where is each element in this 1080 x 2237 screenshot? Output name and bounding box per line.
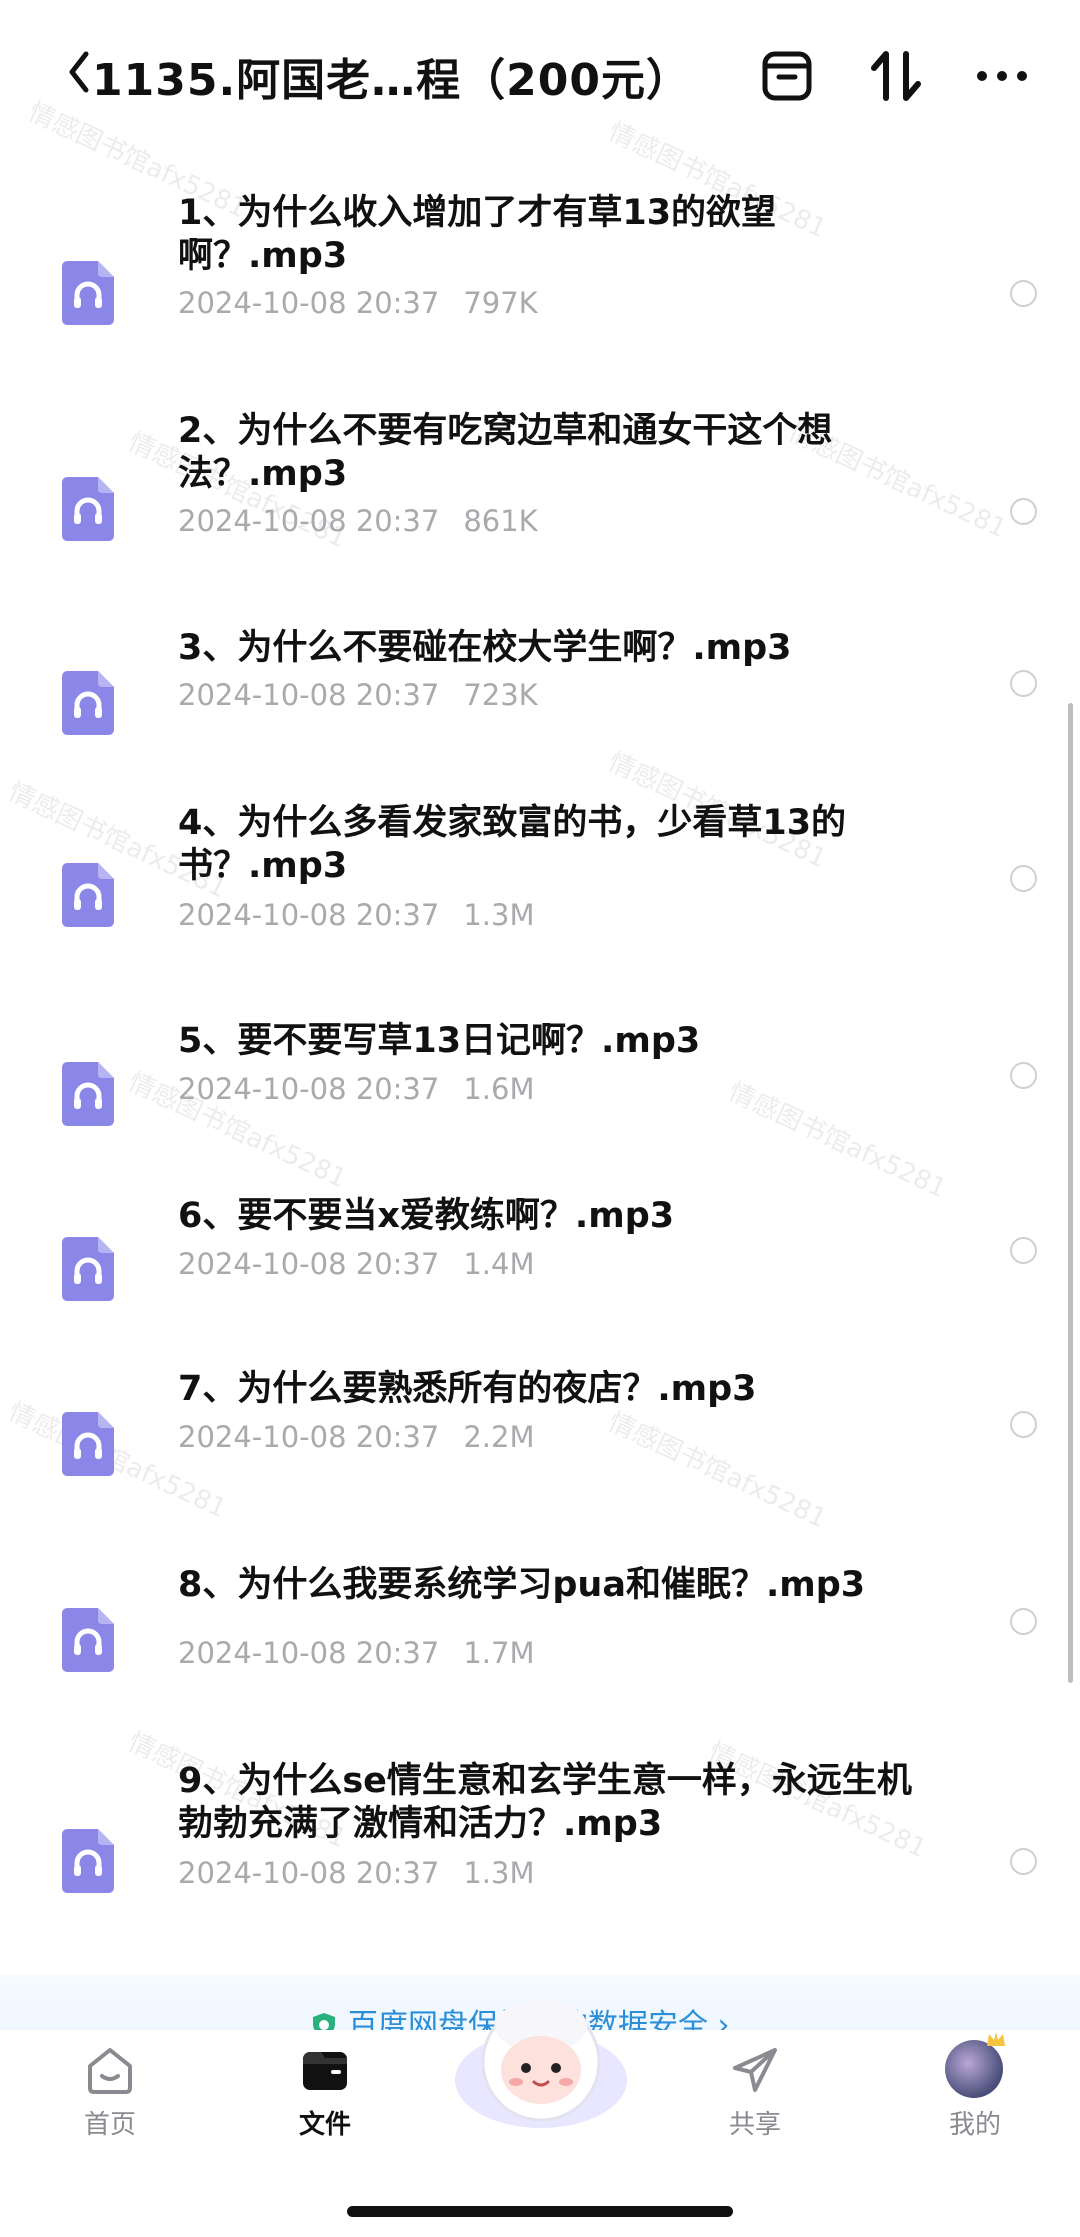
file-meta: 2024-10-08 20:37 1.3M xyxy=(178,1856,534,1890)
file-meta: 2024-10-08 20:37 1.6M xyxy=(178,1072,534,1106)
file-name: 3、为什么不要碰在校大学生啊？.mp3 xyxy=(178,628,792,668)
archive-box-icon xyxy=(762,51,812,101)
file-size: 797K xyxy=(463,286,538,320)
select-radio[interactable] xyxy=(1010,1848,1037,1875)
top-bar: 1135.阿国老…程（200元） xyxy=(0,0,1080,150)
file-size: 1.3M xyxy=(463,1856,535,1890)
file-date: 2024-10-08 20:37 xyxy=(178,678,440,712)
file-size: 2.2M xyxy=(463,1420,535,1454)
file-size: 1.4M xyxy=(463,1247,535,1281)
select-radio[interactable] xyxy=(1010,498,1037,525)
watermark: 情感图书馆afx5281 xyxy=(603,1407,831,1535)
file-date: 2024-10-08 20:37 xyxy=(178,1072,440,1106)
file-name: 6、要不要当x爱教练啊？.mp3 xyxy=(178,1196,675,1236)
mascot-icon xyxy=(455,2000,627,2128)
crown-icon xyxy=(987,2032,1005,2046)
file-meta: 2024-10-08 20:37 2.2M xyxy=(178,1420,534,1454)
file-name: 1、为什么收入增加了才有草13的欲望啊？.mp3 xyxy=(178,193,777,276)
file-meta: 2024-10-08 20:37 1.7M xyxy=(178,1636,534,1670)
file-name: 4、为什么多看发家致富的书，少看草13的书？.mp3 xyxy=(178,803,847,886)
file-size: 1.7M xyxy=(463,1636,535,1670)
audio-file-icon xyxy=(58,257,118,327)
file-meta: 2024-10-08 20:37 797K xyxy=(178,286,538,320)
home-icon xyxy=(80,2040,140,2100)
file-name: 5、要不要写草13日记啊？.mp3 xyxy=(178,1021,701,1061)
mascot-button[interactable] xyxy=(452,1990,630,2130)
page-title: 1135.阿国老…程（200元） xyxy=(92,55,692,106)
file-name: 2、为什么不要有吃窝边草和通女干这个想法？.mp3 xyxy=(178,411,833,494)
file-date: 2024-10-08 20:37 xyxy=(178,286,440,320)
avatar[interactable] xyxy=(945,2040,1003,2098)
file-meta: 2024-10-08 20:37 861K xyxy=(178,504,538,538)
sort-icon xyxy=(871,51,921,101)
audio-file-icon xyxy=(58,1233,118,1303)
file-date: 2024-10-08 20:37 xyxy=(178,1420,440,1454)
sort-button[interactable] xyxy=(864,44,928,108)
nav-files-label: 文件 xyxy=(298,2110,351,2140)
watermark: 情感图书馆afx5281 xyxy=(3,1397,231,1525)
file-size: 1.3M xyxy=(463,898,535,932)
scrollbar[interactable] xyxy=(1068,703,1073,1683)
file-date: 2024-10-08 20:37 xyxy=(178,1247,440,1281)
file-meta: 2024-10-08 20:37 1.3M xyxy=(178,898,534,932)
audio-file-icon xyxy=(58,1825,118,1895)
audio-file-icon xyxy=(58,473,118,543)
audio-file-icon xyxy=(58,1604,118,1674)
nav-files[interactable]: 文件 xyxy=(265,2040,385,2141)
nav-share[interactable]: 共享 xyxy=(695,2040,815,2141)
nav-mine-label: 我的 xyxy=(948,2110,1001,2140)
file-date: 2024-10-08 20:37 xyxy=(178,898,440,932)
folder-icon xyxy=(295,2040,355,2100)
select-radio[interactable] xyxy=(1010,1608,1037,1635)
select-radio[interactable] xyxy=(1010,280,1037,307)
send-icon xyxy=(725,2040,785,2100)
nav-share-label: 共享 xyxy=(728,2110,781,2140)
audio-file-icon xyxy=(58,1408,118,1478)
select-radio[interactable] xyxy=(1010,865,1037,892)
nav-home[interactable]: 首页 xyxy=(50,2040,170,2141)
audio-file-icon xyxy=(58,1058,118,1128)
file-name: 7、为什么要熟悉所有的夜店？.mp3 xyxy=(178,1369,757,1409)
file-name: 8、为什么我要系统学习pua和催眠？.mp3 xyxy=(178,1565,866,1605)
home-indicator xyxy=(347,2206,733,2217)
file-meta: 2024-10-08 20:37 1.4M xyxy=(178,1247,534,1281)
audio-file-icon xyxy=(58,667,118,737)
select-radio[interactable] xyxy=(1010,670,1037,697)
select-radio[interactable] xyxy=(1010,1237,1037,1264)
more-icon xyxy=(977,71,1027,81)
archive-box-button[interactable] xyxy=(755,44,819,108)
file-date: 2024-10-08 20:37 xyxy=(178,1636,440,1670)
file-date: 2024-10-08 20:37 xyxy=(178,504,440,538)
file-size: 1.6M xyxy=(463,1072,535,1106)
more-button[interactable] xyxy=(970,44,1034,108)
file-meta: 2024-10-08 20:37 723K xyxy=(178,678,538,712)
nav-home-label: 首页 xyxy=(83,2110,136,2140)
file-date: 2024-10-08 20:37 xyxy=(178,1856,440,1890)
file-size: 861K xyxy=(463,504,538,538)
watermark: 情感图书馆afx5281 xyxy=(723,1077,951,1205)
file-size: 723K xyxy=(463,678,538,712)
audio-file-icon xyxy=(58,859,118,929)
file-name: 9、为什么se情生意和玄学生意一样，永远生机勃勃充满了激情和活力？.mp3 xyxy=(178,1761,912,1844)
select-radio[interactable] xyxy=(1010,1411,1037,1438)
select-radio[interactable] xyxy=(1010,1062,1037,1089)
